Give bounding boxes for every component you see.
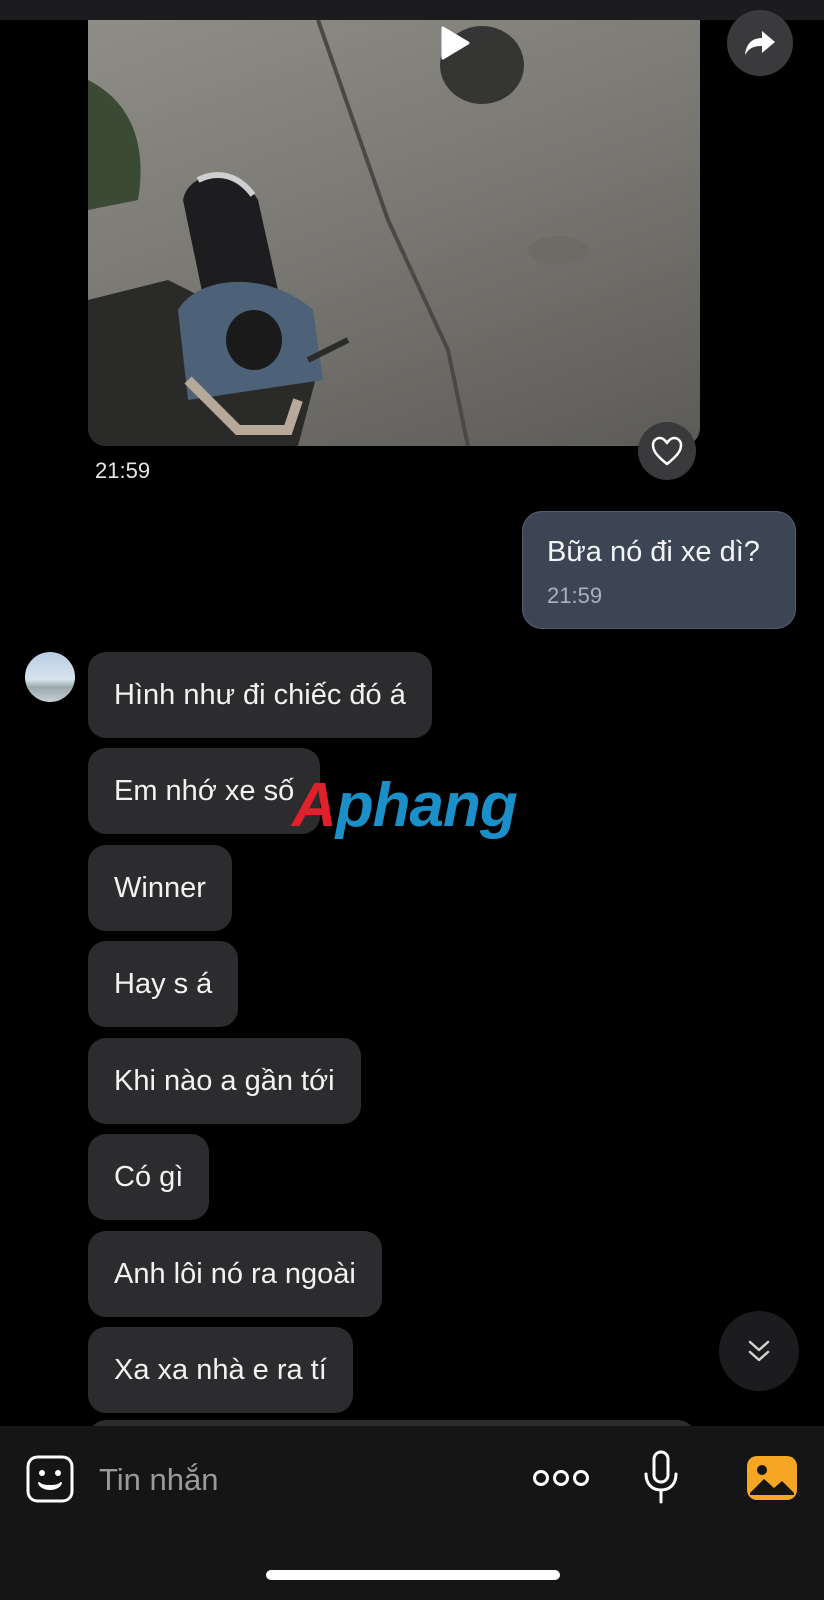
- video-thumbnail[interactable]: [88, 20, 700, 446]
- more-dots-icon[interactable]: [532, 1466, 590, 1490]
- message-text: Xa xa nhà e ra tí: [114, 1353, 327, 1386]
- incoming-message[interactable]: Anh lôi nó ra ngoài: [88, 1231, 382, 1317]
- top-bar: [0, 0, 824, 20]
- double-chevron-down-icon: [748, 1340, 770, 1362]
- composer-bar: Tin nhắn: [0, 1426, 824, 1600]
- video-frame-illustration: [88, 20, 588, 446]
- home-indicator: [266, 1570, 560, 1580]
- share-button[interactable]: [727, 10, 793, 76]
- message-text: Winner: [114, 871, 206, 904]
- message-input[interactable]: Tin nhắn: [99, 1462, 219, 1498]
- heart-icon: [651, 436, 683, 466]
- incoming-message[interactable]: Hay s á: [88, 941, 239, 1027]
- message-timestamp: 21:59: [547, 583, 603, 608]
- play-button[interactable]: [440, 26, 524, 104]
- message-text: Có gì: [114, 1160, 184, 1193]
- message-text: Bữa nó đi xe dì?: [547, 536, 760, 568]
- avatar[interactable]: [25, 652, 75, 702]
- like-button[interactable]: [638, 422, 696, 480]
- photo-icon[interactable]: [746, 1455, 798, 1501]
- incoming-message[interactable]: Khi nào a gần tới: [88, 1038, 361, 1124]
- message-text: Khi nào a gần tới: [114, 1064, 335, 1097]
- outgoing-message[interactable]: Bữa nó đi xe dì? 21:59: [522, 511, 796, 629]
- incoming-message[interactable]: Có gì: [88, 1134, 210, 1220]
- incoming-message[interactable]: Hình như đi chiếc đó á: [88, 652, 432, 738]
- message-text: Hay s á: [114, 967, 213, 1000]
- message-text: Anh lôi nó ra ngoài: [114, 1257, 356, 1290]
- video-timestamp: 21:59: [95, 458, 151, 483]
- play-icon: [441, 26, 470, 60]
- scroll-to-bottom-button[interactable]: [719, 1311, 799, 1391]
- sticker-icon[interactable]: [24, 1453, 76, 1505]
- watermark-logo: Aphang: [292, 771, 518, 840]
- message-text: Em nhớ xe số: [114, 774, 295, 807]
- message-text: Hình như đi chiếc đó á: [114, 678, 406, 711]
- incoming-message[interactable]: Em nhớ xe số: [88, 748, 321, 834]
- share-arrow-icon: [745, 31, 775, 55]
- mic-icon[interactable]: [643, 1450, 679, 1506]
- incoming-message[interactable]: Xa xa nhà e ra tí: [88, 1327, 353, 1413]
- incoming-message[interactable]: Winner: [88, 845, 232, 931]
